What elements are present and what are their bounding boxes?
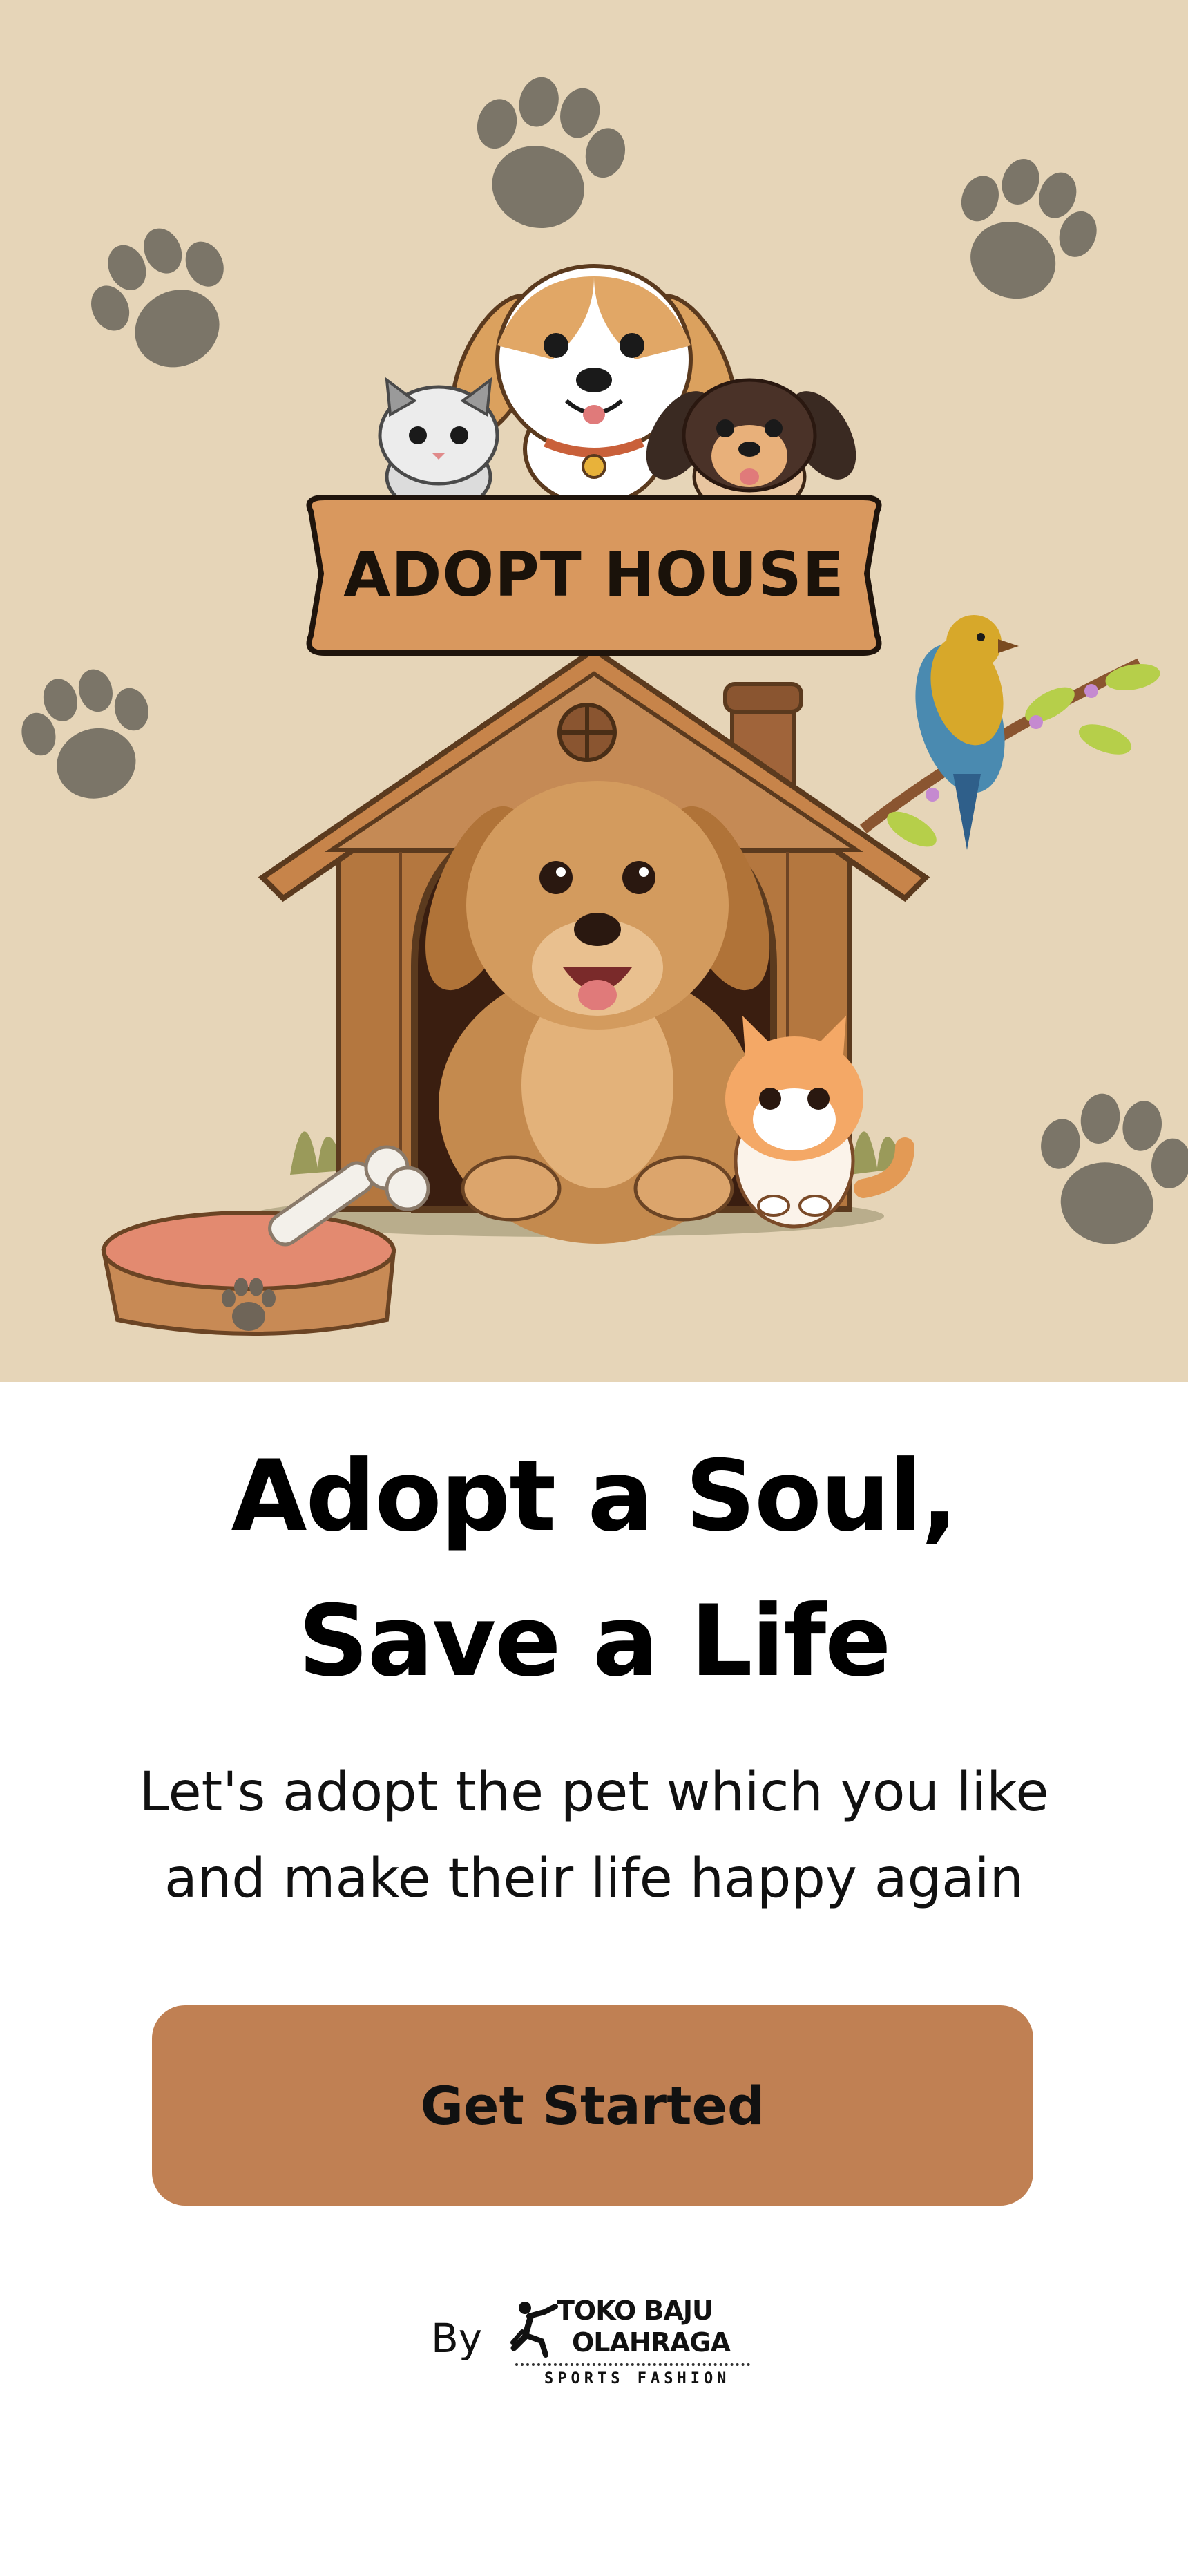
headline-line-1: Adopt a Soul, (231, 1439, 959, 1553)
hero-illustration: ADOPT HOUSE (0, 0, 1188, 1382)
headline-line-2: Save a Life (298, 1584, 892, 1698)
footer-byline: By TOKO BAJU OLAHRAGA SPORTS FASHION (414, 2280, 774, 2391)
cat-icon (378, 377, 499, 513)
brand-logo: TOKO BAJU OLAHRAGA SPORTS FASHION (503, 2294, 751, 2391)
food-bowl-icon (101, 1211, 396, 1336)
brand-line-2: OLAHRAGA (572, 2327, 731, 2358)
by-label: By (431, 2315, 483, 2362)
sign-text: ADOPT HOUSE (343, 539, 845, 610)
subtitle-line-2: and make their life happy again (164, 1848, 1024, 1910)
subtitle-line-1: Let's adopt the pet which you like (139, 1761, 1049, 1824)
hero-illustration-svg (0, 0, 1188, 1382)
brand-divider (515, 2363, 750, 2366)
get-started-button[interactable]: Get Started (152, 2005, 1033, 2206)
brand-line-1: TOKO BAJU (557, 2295, 713, 2326)
brand-tagline: SPORTS FASHION (544, 2370, 731, 2387)
